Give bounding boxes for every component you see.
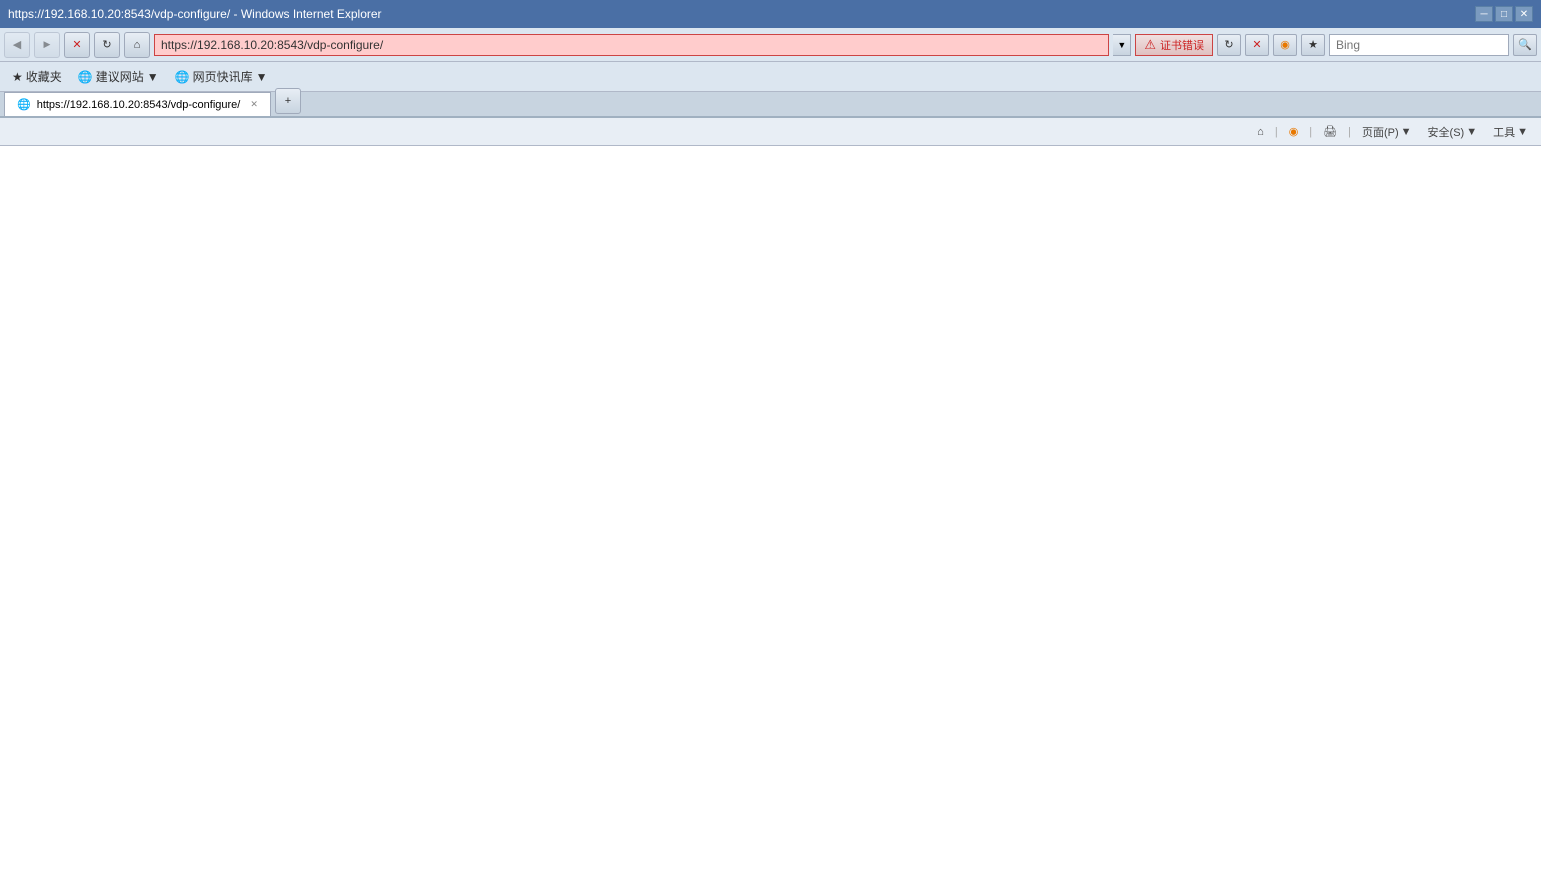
search-input[interactable] xyxy=(1329,34,1509,56)
tools-dropdown-icon: ▼ xyxy=(1517,126,1528,138)
search-go-button[interactable]: 🔍 xyxy=(1513,34,1537,56)
home-toolbar-button[interactable]: ⌂ xyxy=(1252,123,1269,141)
tools-menu-button[interactable]: 工具 ▼ xyxy=(1488,121,1533,143)
window-title: https://192.168.10.20:8543/vdp-configure… xyxy=(8,7,1475,21)
refresh-toolbar-button[interactable]: ↻ xyxy=(1217,34,1241,56)
toolbar-separator-3: | xyxy=(1348,126,1351,138)
maximize-button[interactable]: □ xyxy=(1495,6,1513,22)
address-bar-row: ◀ ▶ ✕ ↻ ⌂ ▼ ⚠ 证书错误 ↻ ✕ ◉ ★ 🔍 xyxy=(0,28,1541,62)
tab-favicon-icon: 🌐 xyxy=(17,98,31,111)
page-dropdown-icon: ▼ xyxy=(1401,126,1412,138)
cert-error-button[interactable]: ⚠ 证书错误 xyxy=(1135,34,1213,56)
safety-dropdown-icon: ▼ xyxy=(1466,126,1477,138)
active-tab[interactable]: 🌐 https://192.168.10.20:8543/vdp-configu… xyxy=(4,92,271,116)
suggest-site-label: 建议网站 xyxy=(96,68,144,85)
web-snippets-item[interactable]: 🌐 网页快讯库 ▼ xyxy=(171,66,272,87)
new-tab-button[interactable]: + xyxy=(275,88,301,114)
web-snippets-label: 网页快讯库 xyxy=(193,68,253,85)
print-button[interactable]: 🖨 xyxy=(1318,122,1342,141)
refresh-button[interactable]: ↻ xyxy=(94,32,120,58)
rss-button[interactable]: ◉ xyxy=(1273,34,1297,56)
back-button[interactable]: ◀ xyxy=(4,32,30,58)
web-snippets-dropdown-icon: ▼ xyxy=(256,70,268,84)
tools-label: 工具 xyxy=(1493,124,1515,140)
stop-toolbar-button[interactable]: ✕ xyxy=(1245,34,1269,56)
address-input[interactable] xyxy=(154,34,1109,56)
safety-menu-button[interactable]: 安全(S) ▼ xyxy=(1423,121,1483,143)
suggest-dropdown-icon: ▼ xyxy=(147,70,159,84)
home-button[interactable]: ⌂ xyxy=(124,32,150,58)
web-snippets-favicon-icon: 🌐 xyxy=(175,70,190,84)
favorites-menu-item[interactable]: ★ 收藏夹 xyxy=(8,66,66,87)
page-label: 页面(P) xyxy=(1362,124,1399,140)
minimize-button[interactable]: ─ xyxy=(1475,6,1493,22)
window-controls: ─ □ ✕ xyxy=(1475,6,1533,22)
stop-button[interactable]: ✕ xyxy=(64,32,90,58)
tab-bar: 🌐 https://192.168.10.20:8543/vdp-configu… xyxy=(0,92,1541,118)
top-toolbar: ⌂ | ◉ | 🖨 | 页面(P) ▼ 安全(S) ▼ 工具 ▼ xyxy=(0,118,1541,146)
favorites-bar: ★ 收藏夹 🌐 建议网站 ▼ 🌐 网页快讯库 ▼ xyxy=(0,62,1541,92)
cert-warning-icon: ⚠ xyxy=(1144,37,1156,53)
tab-close-button[interactable]: ✕ xyxy=(250,99,258,110)
toolbar-separator-2: | xyxy=(1309,126,1312,138)
suggest-site-item[interactable]: 🌐 建议网站 ▼ xyxy=(74,66,163,87)
forward-button[interactable]: ▶ xyxy=(34,32,60,58)
rss-toolbar-button[interactable]: ◉ xyxy=(1284,122,1304,141)
favorites-label: 收藏夹 xyxy=(26,68,62,85)
safety-label: 安全(S) xyxy=(1428,124,1465,140)
address-dropdown-button[interactable]: ▼ xyxy=(1113,34,1131,56)
title-bar: https://192.168.10.20:8543/vdp-configure… xyxy=(0,0,1541,28)
suggest-favicon-icon: 🌐 xyxy=(78,70,93,84)
close-button[interactable]: ✕ xyxy=(1515,6,1533,22)
toolbar-separator-1: | xyxy=(1275,126,1278,138)
page-menu-button[interactable]: 页面(P) ▼ xyxy=(1357,121,1417,143)
tab-label: https://192.168.10.20:8543/vdp-configure… xyxy=(37,99,241,111)
favorites-star-icon: ★ xyxy=(12,70,23,84)
favorites-toggle[interactable]: ★ xyxy=(1301,34,1325,56)
cert-error-label: 证书错误 xyxy=(1160,37,1204,53)
